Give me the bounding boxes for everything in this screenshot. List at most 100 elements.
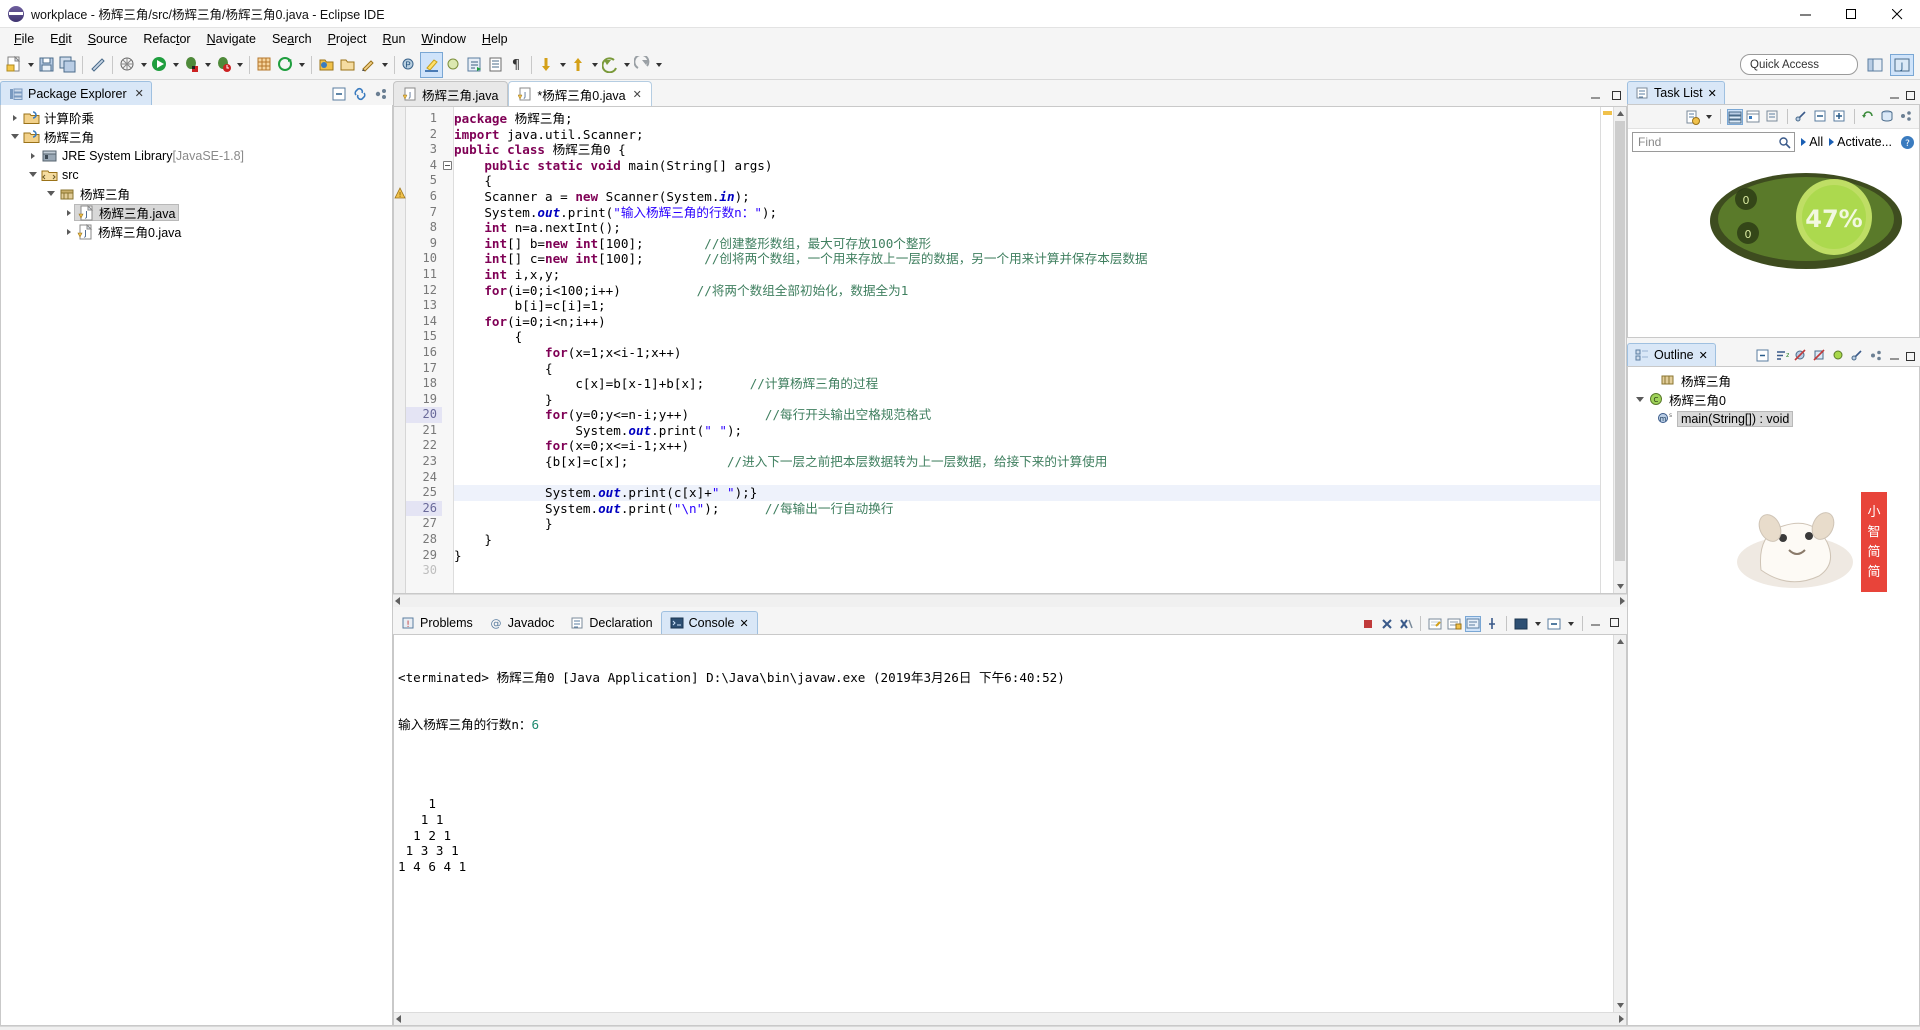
- scroll-right-icon[interactable]: [1619, 1015, 1624, 1023]
- maximize-console-icon[interactable]: [1608, 616, 1624, 632]
- sort-icon[interactable]: z: [1774, 348, 1790, 364]
- code-line[interactable]: Scanner a = new Scanner(System.in);: [454, 189, 1600, 205]
- code-line[interactable]: }: [454, 532, 1600, 548]
- scroll-right-icon[interactable]: [1620, 597, 1625, 605]
- run-button[interactable]: [149, 52, 170, 78]
- schedule-icon[interactable]: [1746, 109, 1762, 125]
- editor-horizontal-scrollbar[interactable]: [393, 594, 1627, 607]
- tree-item-src[interactable]: src: [1, 165, 392, 184]
- code-line[interactable]: System.out.print("输入杨辉三角的行数n：");: [454, 205, 1600, 221]
- new-task-dropdown[interactable]: [1703, 108, 1714, 125]
- menu-run[interactable]: Run: [374, 29, 413, 49]
- code-line[interactable]: {b[x]=c[x]; //进入下一层之前把本层数据转为上一层数据，给接下来的计…: [454, 454, 1600, 470]
- editor-tab-yanghuisanjiao0[interactable]: J *杨辉三角0.java ✕: [508, 81, 652, 106]
- console-horizontal-scrollbar[interactable]: [394, 1012, 1626, 1025]
- editor-vertical-scrollbar[interactable]: [1613, 107, 1626, 593]
- code-line[interactable]: int n=a.nextInt();: [454, 220, 1600, 236]
- terminate-icon[interactable]: [1360, 616, 1376, 632]
- code-line[interactable]: System.out.print("\n"); //每输出一行自动换行: [454, 501, 1600, 517]
- code-line[interactable]: [454, 470, 1600, 486]
- search-dropdown[interactable]: [379, 56, 390, 73]
- code-line[interactable]: {: [454, 361, 1600, 377]
- code-line[interactable]: for(i=0;i<100;i++) //将两个数组全部初始化，数据全为1: [454, 283, 1600, 299]
- remove-console-icon[interactable]: [1379, 616, 1395, 632]
- chevron-right-icon[interactable]: [61, 224, 77, 240]
- search-icon[interactable]: [1778, 136, 1791, 149]
- chevron-down-icon[interactable]: [7, 129, 23, 145]
- code-line[interactable]: [454, 563, 1600, 579]
- forward-button[interactable]: [632, 52, 653, 78]
- new-java-button[interactable]: [117, 52, 138, 78]
- minimize-view-icon[interactable]: [1888, 350, 1901, 363]
- quick-fix-button[interactable]: [87, 52, 108, 78]
- console-vertical-scrollbar[interactable]: [1613, 635, 1626, 1012]
- code-line[interactable]: c[x]=b[x-1]+b[x]; //计算杨辉三角的过程: [454, 376, 1600, 392]
- new-table-button[interactable]: [254, 52, 275, 78]
- external-tools-button[interactable]: [275, 52, 296, 78]
- prev-annotation-dropdown[interactable]: [589, 56, 600, 73]
- menu-window[interactable]: Window: [413, 29, 473, 49]
- tab-outline[interactable]: Outline ✕: [1627, 343, 1716, 366]
- open-console-icon[interactable]: [1546, 616, 1562, 632]
- run-dropdown[interactable]: [170, 56, 181, 73]
- package-explorer-tree[interactable]: 计算阶乘 杨辉三角 JRE System Library [JavaSE-1.8…: [0, 105, 393, 1026]
- link-with-editor-icon[interactable]: [352, 86, 368, 102]
- find-input[interactable]: Find: [1632, 132, 1796, 152]
- view-menu-icon[interactable]: [373, 86, 389, 102]
- task-list-body[interactable]: Find All Activate... ? 47% 0 0: [1627, 104, 1920, 338]
- show-whitespace-button[interactable]: [485, 52, 506, 78]
- scroll-left-icon[interactable]: [396, 1015, 401, 1023]
- code-line[interactable]: System.out.print(" ");: [454, 423, 1600, 439]
- chevron-down-icon[interactable]: [1632, 392, 1648, 408]
- menu-file[interactable]: File: [6, 29, 42, 49]
- code-line[interactable]: for(i=0;i<n;i++): [454, 314, 1600, 330]
- maximize-view-icon[interactable]: [1610, 89, 1623, 102]
- save-button[interactable]: [36, 52, 57, 78]
- debug-button[interactable]: [181, 52, 202, 78]
- tree-item-file-yanghuisanjiao-java[interactable]: J 杨辉三角.java: [1, 203, 392, 222]
- tree-item-file-yanghuisanjiao0-java[interactable]: J 杨辉三角0.java: [1, 222, 392, 241]
- open-perspective-button[interactable]: [1863, 54, 1887, 76]
- java-perspective-button[interactable]: J: [1890, 54, 1914, 76]
- categorize-icon[interactable]: [1727, 108, 1743, 125]
- save-all-button[interactable]: [57, 52, 78, 78]
- new-wizard-button[interactable]: [4, 52, 25, 78]
- new-wizard-dropdown[interactable]: [25, 56, 36, 73]
- previous-annotation-button[interactable]: P: [399, 52, 420, 78]
- close-icon[interactable]: ✕: [135, 87, 144, 100]
- code-editor[interactable]: ! 1 2 3 4 5 6 7 8 9 10 11 12 13 14 15 16 17 18 19 20 21 22 23 2…: [393, 106, 1627, 594]
- hide-fields-icon[interactable]: [1793, 348, 1809, 364]
- close-icon[interactable]: ✕: [739, 617, 748, 630]
- menu-search[interactable]: Search: [264, 29, 320, 49]
- menu-refactor[interactable]: Refactor: [135, 29, 198, 49]
- code-line[interactable]: import java.util.Scanner;: [454, 127, 1600, 143]
- toggle-mark-button[interactable]: [443, 52, 464, 78]
- new-task-icon[interactable]: [1684, 109, 1700, 125]
- code-line[interactable]: System.out.print(c[x]+" ");}: [454, 485, 1600, 501]
- code-line[interactable]: }: [454, 548, 1600, 564]
- quick-access-input[interactable]: Quick Access: [1740, 54, 1858, 75]
- group-icon[interactable]: [1765, 109, 1781, 125]
- chevron-down-icon[interactable]: [25, 167, 41, 183]
- code-line[interactable]: }: [454, 392, 1600, 408]
- outline-item-method[interactable]: ms main(String[]) : void: [1628, 409, 1919, 428]
- annotation-ruler[interactable]: !: [394, 107, 406, 593]
- forward-dropdown[interactable]: [653, 56, 664, 73]
- fold-marker[interactable]: [442, 158, 453, 174]
- code-line[interactable]: package 杨辉三角;: [454, 111, 1600, 127]
- collapse-all-icon[interactable]: [331, 86, 347, 102]
- code-line[interactable]: {: [454, 173, 1600, 189]
- next-annotation-dropdown[interactable]: [557, 56, 568, 73]
- next-edit-button[interactable]: [464, 52, 485, 78]
- scroll-down-icon[interactable]: [1614, 580, 1626, 593]
- editor-tab-yanghuisanjiao[interactable]: J 杨辉三角.java: [393, 81, 509, 106]
- hide-local-icon[interactable]: [1850, 348, 1866, 364]
- back-button[interactable]: [600, 52, 621, 78]
- tab-console[interactable]: Console ✕: [660, 611, 758, 634]
- tab-task-list[interactable]: Task List ✕: [1627, 81, 1725, 104]
- chevron-down-icon[interactable]: [43, 186, 59, 202]
- scrollbar-thumb[interactable]: [1615, 121, 1625, 561]
- console-output[interactable]: <terminated> 杨辉三角0 [Java Application] D:…: [393, 634, 1627, 1026]
- maximize-view-icon[interactable]: [1904, 350, 1917, 363]
- tab-problems[interactable]: ! Problems: [393, 611, 481, 634]
